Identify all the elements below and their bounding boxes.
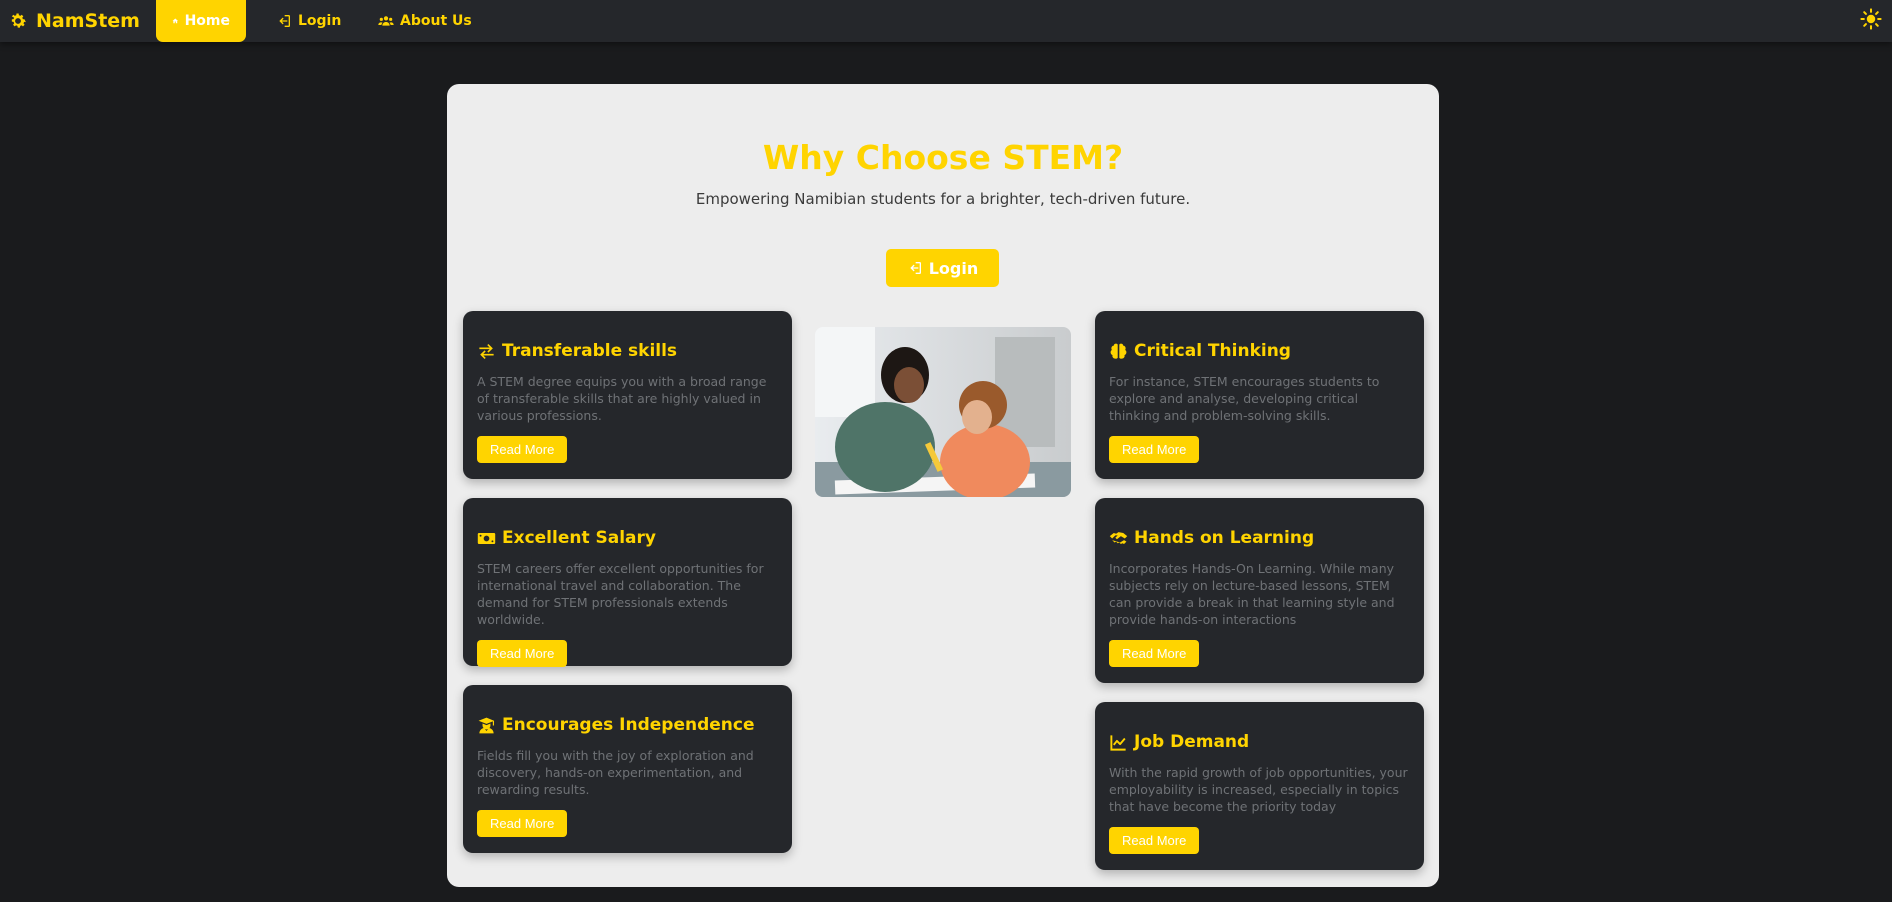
read-more-button[interactable]: Read More — [1109, 436, 1200, 463]
top-navbar: NamStem Home Login About Us — [0, 0, 1892, 42]
read-more-button[interactable]: Read More — [477, 640, 568, 667]
card-title: Encourages Independence — [502, 715, 755, 735]
card-title-row: Transferable skills — [477, 339, 778, 363]
brand-logo[interactable]: NamStem — [8, 9, 140, 33]
card-title: Critical Thinking — [1134, 341, 1291, 361]
chart-line-icon — [1110, 734, 1126, 751]
page-subtitle: Empowering Namibian students for a brigh… — [695, 190, 1191, 208]
read-more-button[interactable]: Read More — [1109, 640, 1200, 667]
read-more-button[interactable]: Read More — [1109, 827, 1200, 854]
nav-login-label: Login — [298, 13, 342, 29]
brain-icon — [1110, 343, 1127, 359]
theme-toggle-button[interactable] — [1860, 8, 1882, 30]
card-excellent-salary: Excellent Salary STEM careers offer exce… — [463, 498, 792, 667]
sign-in-icon — [279, 15, 290, 27]
card-title: Excellent Salary — [502, 528, 656, 548]
card-title-row: Excellent Salary — [477, 526, 778, 550]
read-more-button[interactable]: Read More — [477, 436, 568, 463]
nav-about-us[interactable]: About Us — [362, 0, 488, 42]
nav-home-label: Home — [184, 13, 230, 29]
card-hands-on-learning: Hands on Learning Incorporates Hands-On … — [1095, 498, 1424, 683]
nav-login[interactable]: Login — [260, 0, 357, 42]
card-title: Transferable skills — [502, 341, 678, 361]
money-icon — [477, 532, 496, 544]
card-title: Hands on Learning — [1134, 528, 1315, 548]
card-critical-thinking: Critical Thinking For instance, STEM enc… — [1095, 311, 1424, 479]
card-title-row: Job Demand — [1109, 730, 1410, 754]
card-description: STEM careers offer excellent opportuniti… — [477, 561, 764, 627]
graduate-icon — [478, 717, 495, 733]
page-title: Why Choose STEM? — [762, 138, 1124, 177]
main-panel: Why Choose STEM? Empowering Namibian stu… — [447, 84, 1439, 887]
sun-icon — [1860, 8, 1882, 30]
card-description: Incorporates Hands-On Learning. While ma… — [1109, 561, 1395, 627]
nav-about-label: About Us — [400, 13, 472, 29]
hero-login-label: Login — [928, 258, 979, 278]
card-job-demand: Job Demand With the rapid growth of job … — [1095, 702, 1424, 870]
home-icon — [172, 18, 179, 24]
students-photo — [815, 327, 1071, 497]
teacher-student-image — [815, 327, 1071, 497]
exchange-icon — [479, 343, 494, 359]
nav-home[interactable]: Home — [156, 0, 246, 42]
card-transferable-skills: Transferable skills A STEM degree equips… — [463, 311, 792, 479]
card-title-row: Encourages Independence — [477, 713, 778, 737]
read-more-button[interactable]: Read More — [477, 810, 568, 837]
card-description: A STEM degree equips you with a broad ra… — [477, 374, 767, 423]
brand-name: NamStem — [36, 10, 140, 32]
card-description: Fields fill you with the joy of explorat… — [477, 748, 754, 797]
card-description: For instance, STEM encourages students t… — [1109, 374, 1380, 423]
card-title-row: Critical Thinking — [1109, 339, 1410, 363]
card-encourages-independence: Encourages Independence Fields fill you … — [463, 685, 792, 853]
sign-in-icon — [910, 262, 921, 274]
handshake-icon — [1109, 531, 1128, 544]
card-title: Job Demand — [1134, 732, 1250, 752]
users-icon — [378, 16, 394, 26]
gear-icon — [11, 13, 26, 28]
card-description: With the rapid growth of job opportuniti… — [1109, 765, 1408, 814]
hero-login-button[interactable]: Login — [886, 249, 999, 287]
card-title-row: Hands on Learning — [1109, 526, 1410, 550]
